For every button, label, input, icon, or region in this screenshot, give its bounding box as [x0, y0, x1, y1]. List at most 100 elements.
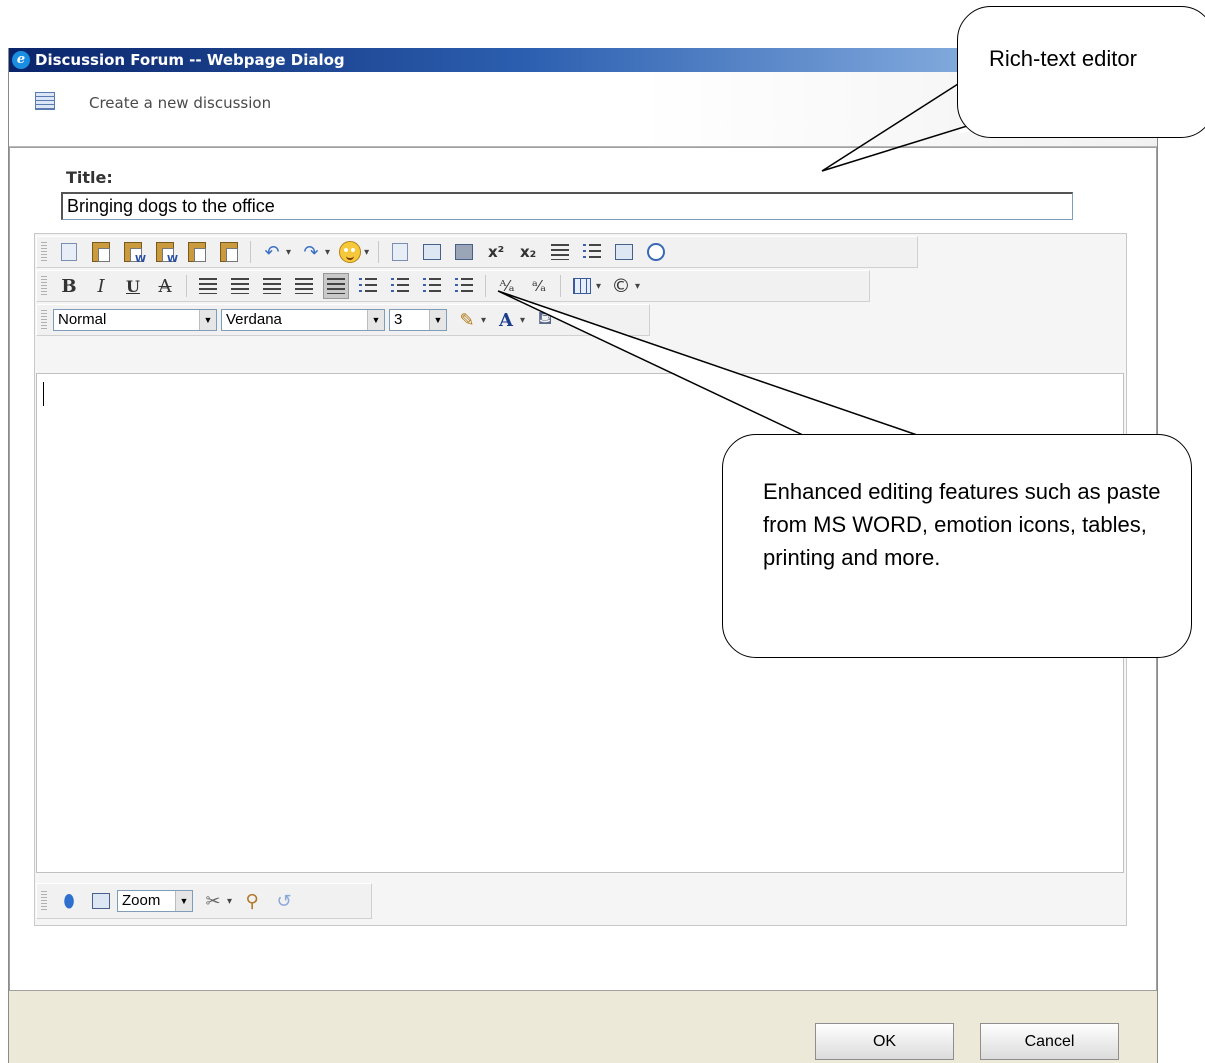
strikethrough-icon: A: [158, 275, 172, 297]
callout-rich-text-editor: Rich-text editor: [957, 6, 1205, 138]
paragraph-icon: [551, 244, 570, 260]
back-color-button[interactable]: ⛾: [532, 307, 558, 333]
text-caret: [43, 382, 44, 406]
module-manager-button[interactable]: ✂: [200, 888, 226, 914]
copy-button[interactable]: [56, 239, 82, 265]
font-color-button[interactable]: A: [493, 307, 519, 333]
paragraph-button[interactable]: [547, 239, 573, 265]
align-left-button[interactable]: [195, 273, 221, 299]
bold-button[interactable]: B: [56, 273, 82, 299]
print-button[interactable]: [451, 239, 477, 265]
undo-button[interactable]: ↶: [259, 239, 285, 265]
outdent-button[interactable]: [355, 273, 381, 299]
html-mode-button[interactable]: [88, 888, 114, 914]
undo-icon: ↶: [264, 241, 280, 263]
insert-table-dropdown[interactable]: ▾: [596, 281, 601, 292]
insert-table-button[interactable]: [569, 273, 595, 299]
calendar-icon: [615, 244, 634, 260]
insert-link-button[interactable]: [387, 239, 413, 265]
superscript-button[interactable]: x²: [483, 239, 509, 265]
bullet-list-button[interactable]: [451, 273, 477, 299]
paste-from-word-clean-button[interactable]: [152, 239, 178, 265]
calendar-button[interactable]: [611, 239, 637, 265]
font-name-select[interactable]: Verdana ▼: [221, 309, 385, 331]
chevron-down-icon: ▼: [367, 310, 384, 330]
html-mode-icon: [92, 893, 110, 909]
sort-list-button[interactable]: [579, 239, 605, 265]
paste-html-button[interactable]: [216, 239, 242, 265]
dom-inspector-button[interactable]: ⚲: [239, 888, 265, 914]
superscript-style-icon: ᴬ⁄ₐ: [499, 277, 515, 295]
toolbar-row-3: Normal ▼ Verdana ▼ 3 ▼ ✎ ▾ A ▾ ⛾: [36, 304, 650, 336]
paste-word-clean-icon: [156, 242, 178, 265]
module-manager-dropdown[interactable]: ▾: [227, 896, 232, 907]
special-char-button[interactable]: ©: [608, 273, 634, 299]
toolbar-grip[interactable]: [41, 242, 47, 262]
sort-list-icon: [583, 244, 602, 260]
paste-icon: [92, 242, 110, 262]
refresh-button[interactable]: ↺: [271, 888, 297, 914]
align-right-button[interactable]: [259, 273, 285, 299]
justify-none-button[interactable]: [323, 273, 349, 299]
title-label: Title:: [66, 168, 113, 187]
outdent-icon: [359, 278, 377, 294]
align-center-button[interactable]: [227, 273, 253, 299]
printer-icon: [455, 244, 474, 260]
chevron-down-icon: ▼: [429, 310, 446, 330]
indent-icon: [391, 278, 409, 294]
highlight-button[interactable]: ✎: [454, 307, 480, 333]
subscript-button[interactable]: x₂: [515, 239, 541, 265]
justify-none-icon: [327, 278, 345, 294]
toolbar-separator: [250, 241, 251, 263]
toolbar-grip[interactable]: [41, 276, 47, 296]
align-right-icon: [263, 278, 281, 294]
chevron-down-icon: ▼: [199, 310, 216, 330]
superscript-icon: x²: [487, 243, 505, 261]
numbered-list-button[interactable]: [419, 273, 445, 299]
title-input[interactable]: [61, 192, 1073, 220]
ie-icon: e: [12, 51, 30, 69]
paint-bucket-icon: ⛾: [537, 308, 553, 329]
bullet-list-icon: [455, 278, 473, 294]
emoticon-dropdown[interactable]: ▾: [364, 247, 369, 258]
subheader-text: Create a new discussion: [89, 94, 272, 112]
paste-from-word-icon: [124, 242, 146, 265]
redo-dropdown[interactable]: ▾: [325, 247, 330, 258]
font-color-dropdown[interactable]: ▾: [520, 315, 525, 326]
numbered-list-icon: [423, 278, 441, 294]
zoom-select[interactable]: Zoom ▼: [117, 890, 193, 912]
design-mode-icon: ⬮: [63, 890, 75, 912]
redo-button[interactable]: ↷: [298, 239, 324, 265]
callout-enhanced-features: Enhanced editing features such as paste …: [722, 434, 1192, 658]
toolbar-grip[interactable]: [41, 891, 47, 911]
insert-time-button[interactable]: [643, 239, 669, 265]
subscript-style-button[interactable]: ᵃ⁄ₐ: [526, 273, 552, 299]
superscript-style-button[interactable]: ᴬ⁄ₐ: [494, 273, 520, 299]
highlight-dropdown[interactable]: ▾: [481, 315, 486, 326]
paste-button[interactable]: [88, 239, 114, 265]
paste-from-word-button[interactable]: [120, 239, 146, 265]
cancel-button[interactable]: Cancel: [980, 1023, 1119, 1060]
paragraph-format-select[interactable]: Normal ▼: [53, 309, 217, 331]
justify-button[interactable]: [291, 273, 317, 299]
table-icon: [573, 278, 591, 294]
toolbar-separator: [378, 241, 380, 263]
emoticon-button[interactable]: [337, 239, 363, 265]
copyright-icon: ©: [611, 275, 631, 297]
font-size-select[interactable]: 3 ▼: [389, 309, 447, 331]
underline-button[interactable]: U: [120, 273, 146, 299]
indent-button[interactable]: [387, 273, 413, 299]
design-mode-button[interactable]: ⬮: [56, 888, 82, 914]
paste-plain-text-button[interactable]: [184, 239, 210, 265]
toolbar-grip[interactable]: [41, 310, 47, 330]
brush-icon: ✎: [459, 309, 475, 331]
module-icon: ✂: [205, 890, 221, 912]
strikethrough-button[interactable]: A: [152, 273, 178, 299]
ok-button[interactable]: OK: [815, 1023, 954, 1060]
refresh-icon: ↺: [276, 890, 292, 912]
insert-image-button[interactable]: [419, 239, 445, 265]
undo-dropdown[interactable]: ▾: [286, 247, 291, 258]
zoom-value: Zoom: [122, 892, 161, 909]
italic-button[interactable]: I: [88, 273, 114, 299]
special-char-dropdown[interactable]: ▾: [635, 281, 640, 292]
